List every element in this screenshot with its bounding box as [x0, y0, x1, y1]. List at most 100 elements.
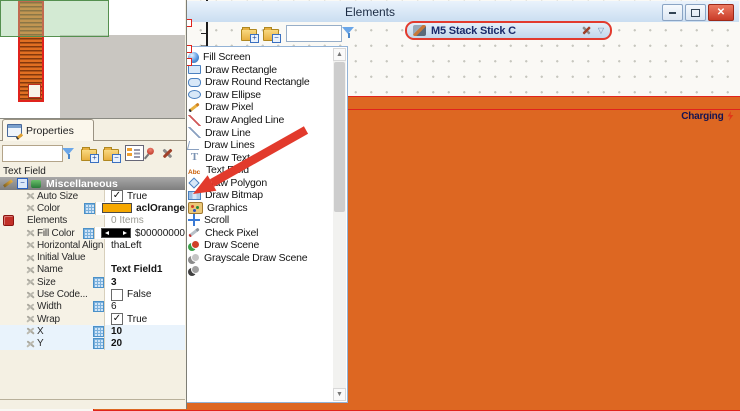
folder-expand-icon[interactable] [241, 29, 257, 41]
tab-properties[interactable]: Properties [2, 119, 94, 141]
palette-item[interactable]: Grayscale Draw Scene [168, 252, 333, 265]
palette-item[interactable]: Scroll [168, 214, 333, 227]
property-row[interactable]: Fill Color $00000000 [0, 227, 185, 239]
round-rectangle-icon [188, 78, 201, 87]
component-tools-icon[interactable] [581, 25, 592, 36]
property-value[interactable]: 3 [104, 276, 185, 288]
property-value[interactable]: 6 [104, 301, 185, 313]
property-row[interactable]: Size3 [0, 276, 185, 288]
checkbox-icon[interactable] [111, 190, 123, 202]
line-icon [188, 127, 201, 138]
properties-panel: Properties Text Field − Miscellaneous Au… [0, 0, 187, 409]
property-row[interactable]: WrapTrue [0, 313, 185, 325]
checkbox-icon[interactable] [111, 289, 123, 301]
property-row[interactable]: X10 [0, 325, 185, 337]
property-value[interactable] [104, 251, 185, 263]
color-swatch[interactable] [101, 228, 131, 238]
property-tool-icon [25, 265, 36, 275]
filter-icon[interactable] [342, 26, 355, 39]
property-row[interactable]: ColoraclOrange [0, 202, 185, 214]
property-row[interactable]: Initial Value [0, 251, 185, 263]
folder-collapse-icon[interactable] [103, 149, 119, 161]
expand-icon[interactable] [93, 301, 104, 312]
property-value[interactable]: False [104, 288, 185, 300]
expand-icon[interactable] [83, 228, 94, 239]
charging-icon [727, 111, 735, 121]
palette-item[interactable]: Draw Polygon [168, 176, 333, 189]
property-name: Color [0, 202, 95, 214]
close-button[interactable]: ✕ [708, 4, 734, 21]
settings-icon[interactable] [161, 147, 174, 160]
property-row[interactable]: Y 20 [0, 338, 185, 350]
m5-stack-component-header[interactable]: M5 Stack Stick C ▽ [405, 21, 612, 40]
scroll-down-icon[interactable]: ▼ [333, 388, 346, 401]
scrollbar-thumb[interactable] [334, 62, 345, 212]
scroll-up-icon[interactable]: ▲ [333, 48, 346, 61]
checkbox-icon[interactable] [111, 313, 123, 325]
folder-expand-icon[interactable] [81, 149, 97, 161]
palette-item[interactable]: Draw Ellipse [168, 89, 333, 102]
palette-item[interactable]: Fill Screen [168, 51, 333, 64]
folder-collapse-icon[interactable] [263, 29, 279, 41]
property-name: Wrap [0, 313, 104, 325]
property-value[interactable]: 20 [104, 338, 185, 350]
palette-item[interactable]: Draw Angled Line [168, 114, 333, 127]
filter-icon[interactable] [62, 147, 75, 160]
property-row[interactable]: Horizontal AlignthaLeft [0, 239, 185, 251]
property-value[interactable]: $00000000 [94, 227, 185, 239]
pencil-icon [188, 102, 201, 113]
palette-scrollbar[interactable]: ▲ ▼ [333, 48, 346, 401]
palette-item[interactable]: Draw Lines [168, 139, 333, 152]
properties-search-input[interactable] [2, 145, 63, 162]
palette-item[interactable]: Draw Pixel [168, 101, 333, 114]
property-row[interactable]: Use Code...False [0, 288, 185, 300]
property-row[interactable]: NameText Field1 [0, 264, 185, 276]
property-label: Fill Color [37, 228, 74, 239]
property-value[interactable]: 10 [104, 325, 185, 337]
palette-item[interactable] [168, 264, 333, 277]
property-tool-icon [25, 290, 36, 300]
palette-item[interactable]: Draw Text [168, 151, 333, 164]
property-value[interactable]: True [104, 313, 185, 325]
palette-item-label: Draw Ellipse [205, 89, 261, 101]
category-header-miscellaneous[interactable]: − Miscellaneous [0, 177, 185, 190]
property-value[interactable]: True [104, 190, 185, 202]
palette-item[interactable]: Draw Rectangle [168, 64, 333, 77]
palette-item-label: Graphics [207, 202, 247, 214]
expand-icon[interactable] [93, 326, 104, 337]
palette-item[interactable]: Draw Round Rectangle [168, 76, 333, 89]
minimap[interactable] [0, 0, 185, 119]
palette-item[interactable]: Check Pixel [168, 227, 333, 240]
maximize-button[interactable] [685, 4, 706, 21]
property-label: Y [37, 338, 43, 349]
property-row[interactable]: Width 6 [0, 301, 185, 313]
expand-icon[interactable] [93, 277, 104, 288]
pin-icon[interactable] [139, 144, 157, 162]
palette-item[interactable]: Draw Bitmap [168, 189, 333, 202]
chevron-down-icon[interactable]: ▽ [598, 26, 604, 35]
expand-icon[interactable] [84, 203, 95, 214]
property-value[interactable]: 0 Items [104, 215, 185, 227]
minimap-viewport[interactable] [0, 0, 109, 37]
expand-icon[interactable] [93, 338, 104, 349]
property-row[interactable]: Auto SizeTrue [0, 190, 185, 202]
palette-item[interactable]: Graphics [168, 202, 333, 215]
element-palette[interactable]: Fill ScreenDraw RectangleDraw Round Rect… [167, 46, 348, 403]
property-value[interactable]: Text Field1 [104, 264, 185, 276]
collapse-icon[interactable]: − [17, 178, 28, 189]
property-label: Elements [27, 215, 67, 226]
property-tool-icon [25, 314, 36, 324]
palette-item[interactable]: Draw Line [168, 126, 333, 139]
property-value[interactable]: thaLeft [104, 239, 185, 251]
color-swatch[interactable] [102, 203, 132, 213]
property-value[interactable]: aclOrange [95, 202, 185, 214]
palette-item[interactable]: Text Field [168, 164, 333, 177]
palette-item-label: Check Pixel [205, 227, 258, 239]
minimize-button[interactable] [662, 4, 683, 21]
dialog-search-input[interactable] [286, 25, 342, 42]
property-row[interactable]: Elements 0 Items [0, 215, 185, 227]
property-value-text: 3 [111, 277, 117, 288]
property-label: Width [37, 301, 62, 312]
category-label: Miscellaneous [46, 178, 118, 190]
palette-item[interactable]: Draw Scene [168, 239, 333, 252]
